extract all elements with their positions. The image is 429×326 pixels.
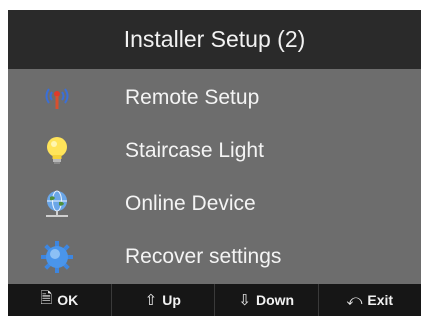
device-screen: Installer Setup (2) Remote Setup Stairca… — [8, 10, 421, 316]
down-label: Down — [255, 292, 295, 308]
up-button[interactable]: ⇧ Up — [112, 284, 215, 316]
exit-button[interactable]: ⤺ Exit — [319, 284, 422, 316]
page-title: Installer Setup (2) — [123, 26, 306, 52]
ok-label: OK — [57, 292, 79, 308]
menu-item-staircase-light[interactable]: Staircase Light — [8, 124, 421, 177]
menu-item-label: Recover settings — [125, 245, 282, 268]
menu-item-recover-settings[interactable]: Recover settings — [8, 230, 421, 283]
softkey-bar: 🗎 OK ⇧ Up ⇩ Down ⤺ Exit — [8, 284, 421, 316]
ok-button[interactable]: 🗎 OK — [8, 284, 112, 316]
up-label: Up — [162, 292, 181, 308]
menu-item-remote-setup[interactable]: Remote Setup — [8, 71, 421, 124]
settings-menu: Remote Setup Staircase Light Online Devi… — [8, 69, 421, 284]
arrow-down-icon: ⇩ — [238, 292, 251, 309]
document-icon: 🗎 — [40, 289, 53, 307]
menu-item-online-device[interactable]: Online Device — [8, 177, 421, 230]
menu-item-label: Online Device — [125, 192, 256, 215]
screen-header: Installer Setup (2) — [8, 10, 421, 69]
menu-item-label: Remote Setup — [125, 86, 260, 109]
down-button[interactable]: ⇩ Down — [215, 284, 319, 316]
exit-label: Exit — [367, 292, 394, 308]
gear-icon — [38, 238, 76, 276]
antenna-icon — [38, 79, 76, 117]
menu-item-label: Staircase Light — [125, 139, 264, 162]
globe-network-icon — [38, 185, 76, 223]
arrow-up-icon: ⇧ — [144, 292, 158, 309]
return-icon: ⤺ — [346, 291, 363, 309]
lightbulb-icon — [38, 132, 76, 170]
